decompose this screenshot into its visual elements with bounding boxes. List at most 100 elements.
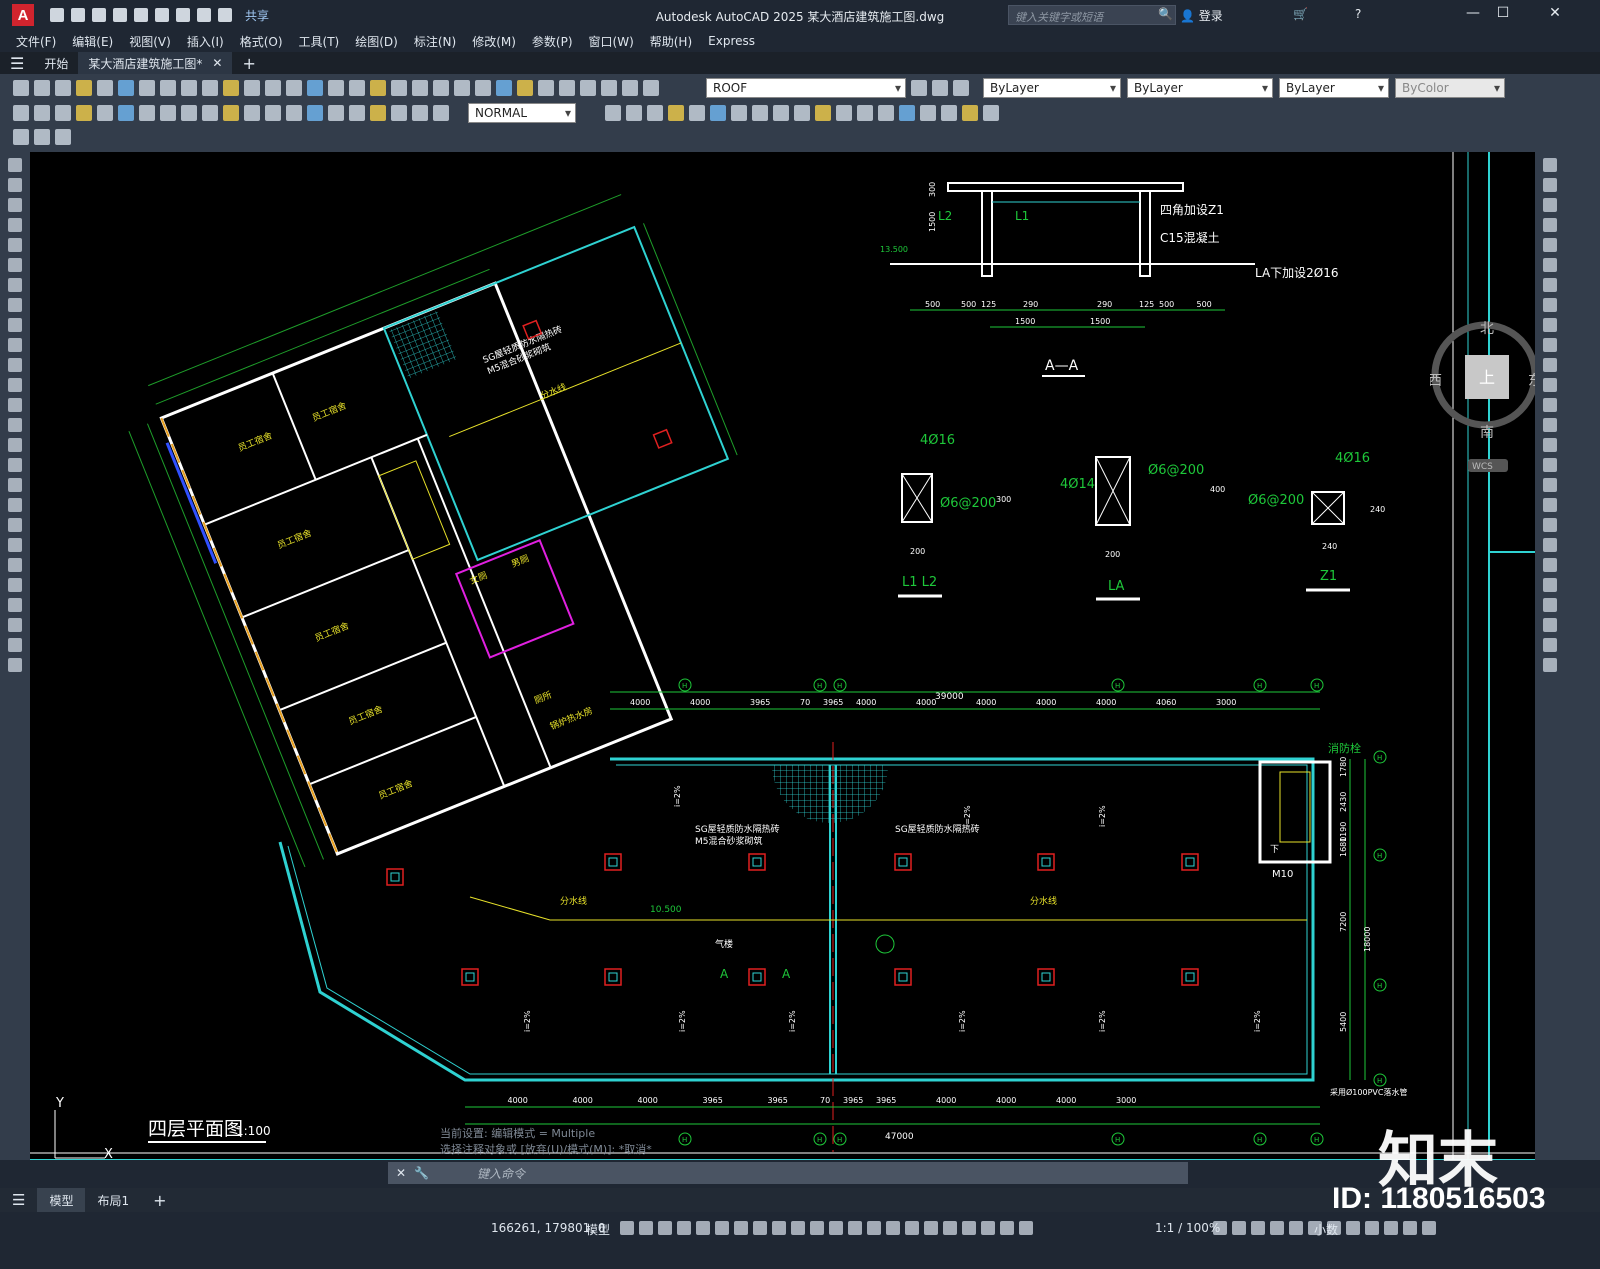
status-toggle-icon[interactable]	[1403, 1221, 1417, 1235]
dim-tool-icon[interactable]	[286, 105, 302, 121]
tool-icon[interactable]	[580, 80, 596, 96]
viewcube-wcs[interactable]: WCS	[1472, 462, 1493, 472]
modify-tool-icon[interactable]	[1543, 478, 1557, 492]
modify-tool-icon[interactable]	[983, 105, 999, 121]
lineweight-dropdown[interactable]: ByLayer	[1279, 78, 1389, 98]
dim-tool-icon[interactable]	[34, 105, 50, 121]
layer-state-icon[interactable]	[932, 80, 948, 96]
modify-tool-icon[interactable]	[1543, 298, 1557, 312]
insert-icon[interactable]	[34, 129, 50, 145]
menu-item[interactable]: 标注(N)	[414, 33, 456, 50]
tool-icon[interactable]	[160, 80, 176, 96]
modify-tool-icon[interactable]	[1543, 318, 1557, 332]
tool-icon[interactable]	[538, 80, 554, 96]
menu-item[interactable]: 插入(I)	[187, 33, 224, 50]
search-icon[interactable]: 🔍	[1158, 7, 1173, 21]
modify-tool-icon[interactable]	[1543, 558, 1557, 572]
status-toggle-icon[interactable]	[1346, 1221, 1360, 1235]
block-icon[interactable]	[13, 129, 29, 145]
viewcube-top[interactable]: 上	[1479, 368, 1495, 387]
linetype-dropdown[interactable]: ByLayer	[1127, 78, 1273, 98]
tool-icon[interactable]	[643, 80, 659, 96]
tool-icon[interactable]	[181, 80, 197, 96]
tool-icon[interactable]	[286, 80, 302, 96]
status-toggle-icon[interactable]	[848, 1221, 862, 1235]
draw-tool-icon[interactable]	[8, 318, 22, 332]
status-toggle-icon[interactable]	[734, 1221, 748, 1235]
tool-icon[interactable]	[433, 80, 449, 96]
status-toggle-icon[interactable]	[639, 1221, 653, 1235]
modify-tool-icon[interactable]	[1543, 198, 1557, 212]
tool-icon[interactable]	[97, 80, 113, 96]
save-as-icon[interactable]	[113, 8, 127, 22]
draw-tool-icon[interactable]	[8, 218, 22, 232]
status-toggle-icon[interactable]	[943, 1221, 957, 1235]
draw-tool-icon[interactable]	[8, 238, 22, 252]
dim-tool-icon[interactable]	[13, 105, 29, 121]
modify-tool-icon[interactable]	[899, 105, 915, 121]
tool-icon[interactable]	[454, 80, 470, 96]
tool-icon[interactable]	[307, 80, 323, 96]
draw-tool-icon[interactable]	[8, 458, 22, 472]
close-cmd-icon[interactable]: ✕	[396, 1166, 406, 1180]
modify-tool-icon[interactable]	[668, 105, 684, 121]
autocad-logo-icon[interactable]: A	[12, 4, 34, 26]
viewcube-west[interactable]: 西	[1428, 373, 1442, 389]
annotation-scale[interactable]: 1:1 / 100%	[1155, 1221, 1220, 1235]
draw-tool-icon[interactable]	[8, 298, 22, 312]
minimize-button[interactable]: —	[1458, 5, 1488, 21]
modify-tool-icon[interactable]	[1543, 238, 1557, 252]
dim-tool-icon[interactable]	[139, 105, 155, 121]
dim-tool-icon[interactable]	[181, 105, 197, 121]
new-icon[interactable]	[50, 8, 64, 22]
status-toggle-icon[interactable]	[772, 1221, 786, 1235]
status-toggle-icon[interactable]	[791, 1221, 805, 1235]
dim-tool-icon[interactable]	[160, 105, 176, 121]
tool-icon[interactable]	[349, 80, 365, 96]
modify-tool-icon[interactable]	[1543, 498, 1557, 512]
wrench-icon[interactable]: 🔧	[414, 1166, 429, 1180]
new-tab-button[interactable]: +	[232, 52, 265, 74]
modify-tool-icon[interactable]	[773, 105, 789, 121]
tool-icon[interactable]	[412, 80, 428, 96]
tool-icon[interactable]	[34, 80, 50, 96]
dim-tool-icon[interactable]	[118, 105, 134, 121]
draw-tool-icon[interactable]	[8, 158, 22, 172]
status-toggle-icon[interactable]	[1251, 1221, 1265, 1235]
modify-tool-icon[interactable]	[794, 105, 810, 121]
status-toggle-icon[interactable]	[658, 1221, 672, 1235]
status-toggle-icon[interactable]	[905, 1221, 919, 1235]
draw-tool-icon[interactable]	[8, 438, 22, 452]
status-toggle-icon[interactable]	[1365, 1221, 1379, 1235]
modify-tool-icon[interactable]	[1543, 658, 1557, 672]
tool-icon[interactable]	[328, 80, 344, 96]
menu-item[interactable]: 编辑(E)	[72, 33, 113, 50]
status-toggle-icon[interactable]	[981, 1221, 995, 1235]
add-layout-button[interactable]: +	[141, 1191, 178, 1210]
draw-tool-icon[interactable]	[8, 398, 22, 412]
menu-item[interactable]: 帮助(H)	[650, 33, 692, 50]
plotstyle-dropdown[interactable]: ByColor	[1395, 78, 1505, 98]
drawing-canvas[interactable]: 员工宿舍 员工宿舍 员工宿舍 员工宿舍 员工宿舍 员工宿舍 锅炉热水房 厕所 女…	[30, 152, 1535, 1160]
status-toggle-icon[interactable]	[1232, 1221, 1246, 1235]
draw-tool-icon[interactable]	[8, 598, 22, 612]
close-button[interactable]: ✕	[1540, 5, 1570, 21]
modify-tool-icon[interactable]	[1543, 358, 1557, 372]
web-save-icon[interactable]	[134, 8, 148, 22]
modify-tool-icon[interactable]	[752, 105, 768, 121]
dimstyle-dropdown[interactable]: NORMAL	[468, 103, 576, 123]
modify-tool-icon[interactable]	[878, 105, 894, 121]
dim-tool-icon[interactable]	[265, 105, 281, 121]
share-button[interactable]: 共享	[245, 7, 269, 24]
redo-icon[interactable]	[218, 8, 232, 22]
web-open-icon[interactable]	[155, 8, 169, 22]
plot-icon[interactable]	[176, 8, 190, 22]
modify-tool-icon[interactable]	[1543, 518, 1557, 532]
draw-tool-icon[interactable]	[8, 618, 22, 632]
dim-tool-icon[interactable]	[412, 105, 428, 121]
draw-tool-icon[interactable]	[8, 498, 22, 512]
tool-icon[interactable]	[76, 80, 92, 96]
draw-tool-icon[interactable]	[8, 518, 22, 532]
modify-tool-icon[interactable]	[836, 105, 852, 121]
modify-tool-icon[interactable]	[1543, 618, 1557, 632]
